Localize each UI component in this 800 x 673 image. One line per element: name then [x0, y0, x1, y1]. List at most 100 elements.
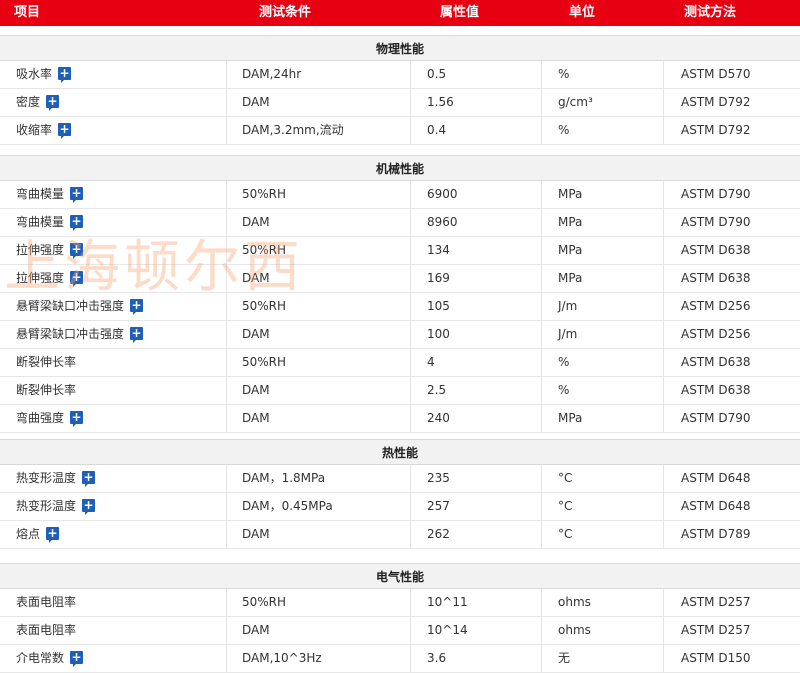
cell-condition: DAM,24hr — [242, 61, 301, 88]
condition-text: 50%RH — [242, 355, 287, 369]
cell-unit: MPa — [558, 237, 582, 264]
info-plus-icon[interactable]: + — [58, 67, 72, 83]
column-divider — [541, 117, 542, 144]
info-plus-icon[interactable]: + — [82, 471, 96, 487]
cell-unit: 无 — [558, 645, 570, 672]
column-divider — [541, 617, 542, 644]
info-plus-icon[interactable]: + — [46, 527, 60, 543]
name-text: 拉伸强度 — [16, 271, 65, 285]
method-text: ASTM D790 — [681, 215, 751, 229]
column-divider — [663, 293, 664, 320]
column-divider — [663, 617, 664, 644]
info-plus-icon[interactable]: + — [46, 95, 60, 111]
column-divider — [410, 293, 411, 320]
info-plus-icon[interactable]: + — [70, 243, 84, 259]
cell-unit: MPa — [558, 265, 582, 292]
column-divider — [663, 89, 664, 116]
unit-text: g/cm³ — [558, 95, 593, 109]
info-plus-icon[interactable]: + — [130, 299, 144, 315]
column-divider — [226, 377, 227, 404]
info-plus-icon[interactable]: + — [130, 327, 144, 343]
cell-name: 密度 + — [16, 89, 60, 116]
method-text: ASTM D792 — [681, 123, 751, 137]
cell-value: 169 — [427, 265, 450, 292]
column-divider — [226, 321, 227, 348]
name-text: 弯曲模量 — [16, 215, 65, 229]
cell-unit: % — [558, 377, 569, 404]
cell-method: ASTM D792 — [681, 89, 750, 116]
column-divider — [663, 521, 664, 548]
condition-text: DAM — [242, 383, 270, 397]
column-divider — [226, 349, 227, 376]
column-divider — [410, 493, 411, 520]
value-text: 1.56 — [427, 95, 454, 109]
info-plus-icon[interactable]: + — [70, 215, 84, 231]
unit-text: MPa — [558, 411, 583, 425]
method-text: ASTM D638 — [681, 243, 751, 257]
info-plus-icon[interactable]: + — [70, 411, 84, 427]
info-plus-icon[interactable]: + — [70, 651, 84, 667]
section: 机械性能 弯曲模量 +50%RH 6900 MPa ASTM D790 弯曲模量 + DAM 89… — [0, 155, 800, 433]
column-divider — [541, 465, 542, 492]
cell-condition: DAM — [242, 617, 270, 644]
value-text: 0.5 — [427, 67, 447, 81]
name-text: 熔点 — [16, 527, 41, 541]
column-divider — [226, 61, 227, 88]
method-text: ASTM D648 — [681, 499, 751, 513]
cell-condition: DAM,10^3Hz — [242, 645, 322, 672]
info-plus-icon[interactable]: + — [58, 123, 72, 139]
table-row: 弯曲模量 +50%RH 6900 MPa ASTM D790 — [0, 181, 800, 209]
header-method: 测试方法 — [684, 5, 737, 20]
cell-value: 10^14 — [427, 617, 468, 644]
column-divider — [410, 237, 411, 264]
value-text: 105 — [427, 299, 450, 313]
cell-unit: J/m — [558, 293, 577, 320]
info-plus-icon[interactable]: + — [82, 499, 96, 515]
value-text: 2.5 — [427, 383, 447, 397]
condition-text: 50%RH — [242, 595, 287, 609]
condition-text: DAM — [242, 527, 270, 541]
section: 物理性能 吸水率 + DAM,24hr 0.5% ASTM D570 密度 + DAM 1.56 g… — [0, 35, 800, 145]
column-divider — [541, 209, 542, 236]
method-text: ASTM D257 — [681, 595, 751, 609]
cell-value: 8960 — [427, 209, 458, 236]
cell-value: 257 — [427, 493, 450, 520]
header-item: 项目 — [14, 5, 41, 20]
value-text: 10^11 — [427, 595, 468, 609]
unit-text: ohms — [558, 623, 591, 637]
cell-value: 0.4 — [427, 117, 446, 144]
cell-condition: DAM — [242, 321, 270, 348]
cell-value: 6900 — [427, 181, 458, 208]
value-text: 257 — [427, 499, 450, 513]
cell-unit: MPa — [558, 209, 582, 236]
column-divider — [226, 209, 227, 236]
table-row: 悬臂梁缺口冲击强度 +50%RH 105 J/m ASTM D256 — [0, 293, 800, 321]
info-plus-icon[interactable]: + — [70, 187, 84, 203]
cell-condition: DAM — [242, 405, 270, 432]
method-text: ASTM D792 — [681, 95, 751, 109]
column-divider — [410, 181, 411, 208]
name-text: 悬臂梁缺口冲击强度 — [16, 327, 125, 341]
info-plus-icon[interactable]: + — [70, 271, 84, 287]
column-divider — [226, 645, 227, 672]
cell-condition: 50%RH — [242, 349, 286, 376]
column-divider — [663, 321, 664, 348]
column-divider — [410, 617, 411, 644]
condition-text: DAM — [242, 411, 270, 425]
table-header: 项目 测试条件 属性值 单位 测试方法 — [0, 0, 800, 26]
column-divider — [410, 521, 411, 548]
column-divider — [410, 265, 411, 292]
table-row: 表面电阻率 50%RH 10^11 ohms ASTM D257 — [0, 589, 800, 617]
condition-text: DAM — [242, 623, 270, 637]
column-divider — [226, 293, 227, 320]
value-text: 262 — [427, 527, 450, 541]
condition-text: DAM — [242, 271, 270, 285]
cell-method: ASTM D792 — [681, 117, 750, 144]
cell-condition: DAM,3.2mm,流动 — [242, 117, 344, 144]
column-divider — [541, 237, 542, 264]
column-divider — [663, 589, 664, 616]
cell-method: ASTM D638 — [681, 377, 750, 404]
method-text: ASTM D789 — [681, 527, 751, 541]
cell-method: ASTM D790 — [681, 181, 750, 208]
table-row: 表面电阻率 DAM 10^14 ohms ASTM D257 — [0, 617, 800, 645]
